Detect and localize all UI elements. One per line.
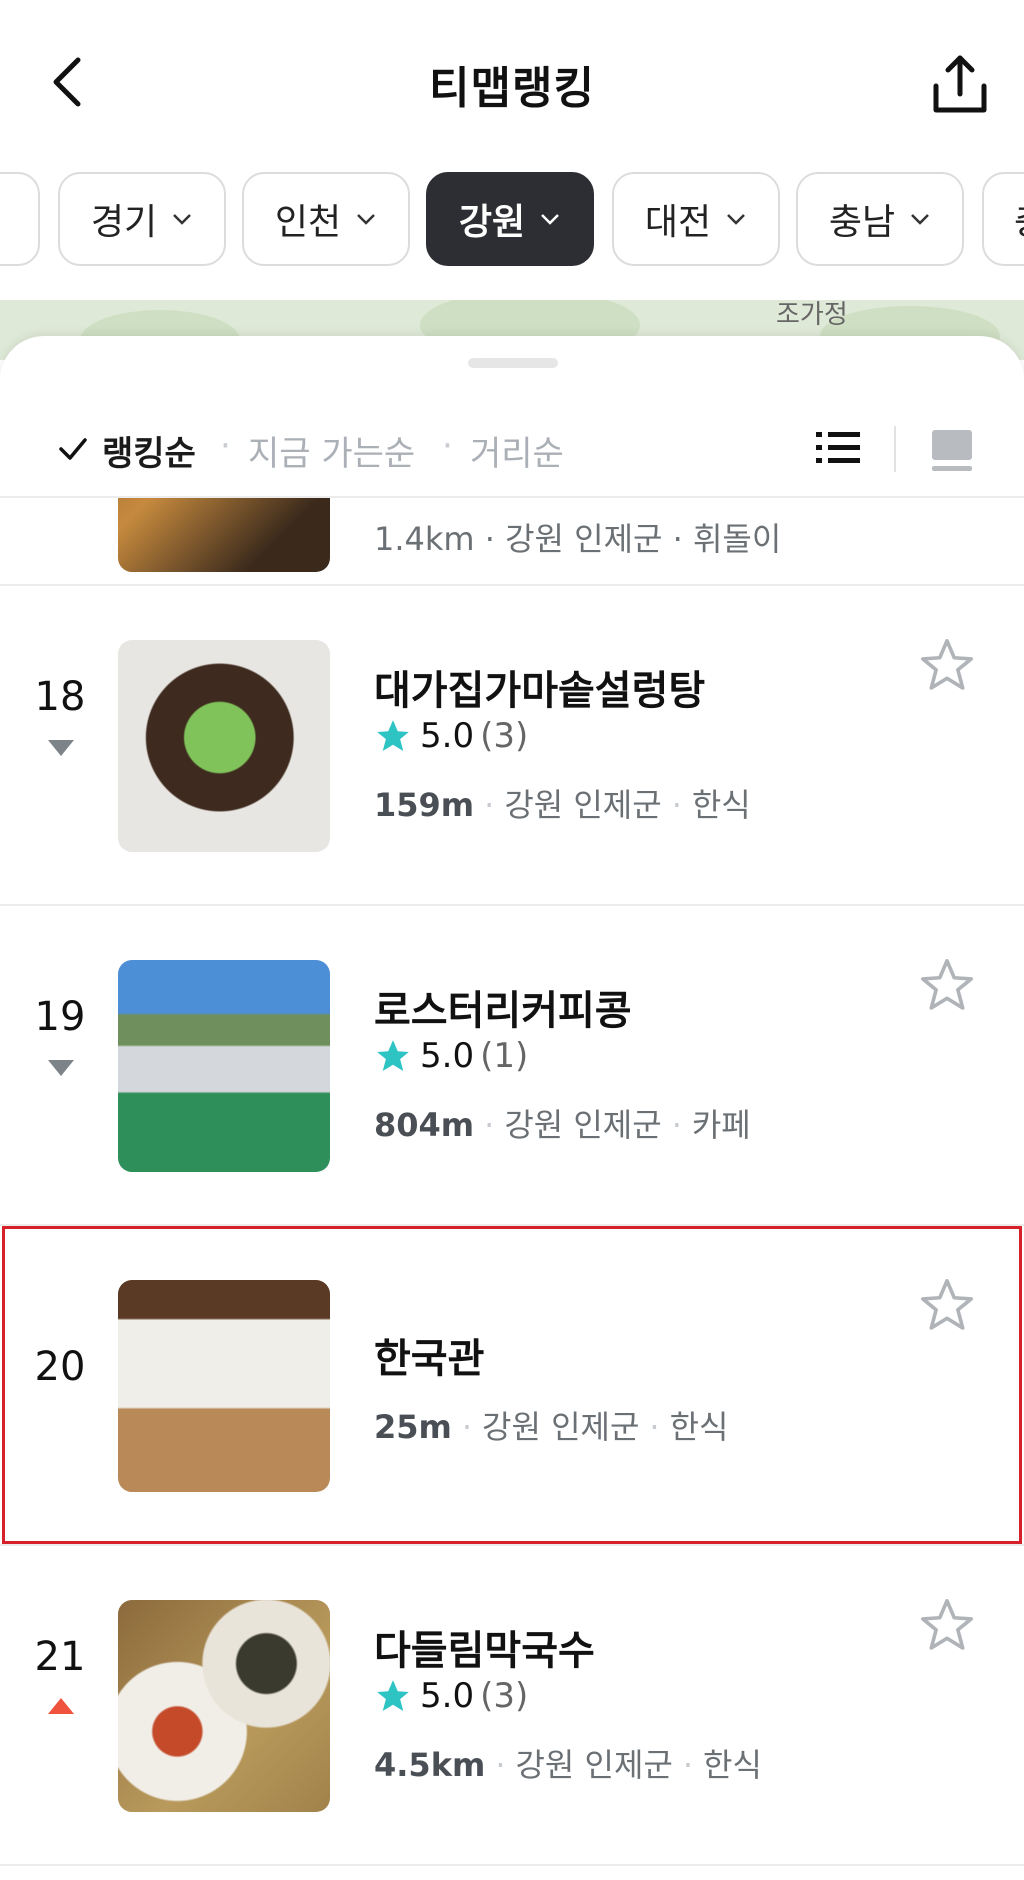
separator-dot: · [495,1746,506,1784]
place-meta: 1.4km · 강원 인제군 · 휘돌이 [374,520,782,558]
chevron-down-icon [357,214,376,225]
region-chip-next[interactable]: 충 [982,172,1024,266]
region-chip-label: 충 [1014,193,1024,245]
list-item[interactable]: 19 로스터리커피콩 5.0 (1) 804m · 강원 인제군 · 카페 [0,906,1024,1226]
separator-dot: · [484,1106,495,1144]
separator-dot: · [671,1106,682,1144]
separator-dot: · [484,786,495,824]
card-view-icon[interactable] [928,426,976,474]
separator-dot: · [649,1408,660,1446]
list-item[interactable]: 20 한국관 25m · 강원 인제군 · 한식 [0,1226,1024,1546]
star-outline-icon[interactable] [918,956,976,1014]
separator-dot: · [461,1408,473,1446]
ranking-sheet: 랭킹순 · 지금 가는순 · 거리순 1.4km · 강원 인제군 · 휘돌이 … [0,336,1024,1880]
place-photo [118,1600,330,1812]
place-rating: 5.0 (3) [374,716,528,756]
chevron-down-icon [173,214,192,225]
place-rating: 5.0 (3) [374,1676,528,1716]
region-chip-label: 충남 [828,202,896,243]
place-category: 한식 [691,786,751,824]
region-chip-daejeon[interactable]: 대전 [612,172,780,266]
place-meta: 804m · 강원 인제군 · 카페 [374,1100,751,1146]
place-name: 다들림막국수 [374,1628,595,1674]
sort-option-ranking[interactable]: 랭킹순 [102,426,196,475]
place-rating: 5.0 (1) [374,1036,528,1076]
list-item[interactable]: 18 대가집가마솥설렁탕 5.0 (3) 159m · 강원 인제군 · 한식 [0,586,1024,906]
header: 티맵랭킹 [0,0,1024,170]
separator-dot: · [671,786,682,824]
check-icon [59,438,87,460]
chevron-down-icon [541,214,560,225]
place-category: 카페 [691,1106,751,1144]
rank-number: 18 [34,674,86,720]
star-outline-icon[interactable] [918,1596,976,1654]
rating-value: 5.0 [420,1676,475,1716]
separator-dot: · [442,426,453,466]
place-region: 강원 인제군 [504,786,662,824]
region-chip-incheon[interactable]: 인천 [242,172,410,266]
page-title: 티맵랭킹 [429,63,595,114]
rank-up-icon [48,1698,74,1714]
region-chip-gyeonggi[interactable]: 경기 [58,172,226,266]
separator-dot: · [220,426,231,466]
review-count: (3) [480,716,529,756]
place-photo [118,496,330,572]
place-photo [118,1280,330,1492]
place-name: 대가집가마솥설렁탕 [374,668,706,714]
place-distance: 25m [374,1408,452,1446]
share-icon[interactable] [928,50,992,120]
list-item[interactable]: 21 다들림막국수 5.0 (3) 4.5km · 강원 인제군 · 한식 [0,1546,1024,1866]
region-chip-label: 대전 [644,202,712,243]
region-chip-label: 인천 [274,202,342,243]
place-category: 한식 [703,1746,762,1784]
rank-number: 21 [34,1634,86,1680]
region-chip-label: 강원 [458,202,526,243]
star-icon [377,1680,409,1712]
divider [894,426,896,472]
list-item[interactable]: 1.4km · 강원 인제군 · 휘돌이 [0,496,1024,586]
rating-value: 5.0 [420,1036,475,1076]
place-name: 한국관 [374,1336,485,1382]
region-chip-label: 경기 [90,202,158,243]
region-chip-prev[interactable] [0,172,40,266]
rank-down-icon [48,1060,74,1076]
separator-dot: · [682,1746,694,1784]
place-region: 강원 인제군 [504,1106,662,1144]
place-distance: 159m [374,786,475,824]
place-meta: 159m · 강원 인제군 · 한식 [374,780,751,826]
star-icon [377,720,409,752]
sheet-handle[interactable] [468,358,558,368]
rank-number: 19 [34,994,86,1040]
star-outline-icon[interactable] [918,1276,976,1334]
region-chip-gangwon[interactable]: 강원 [426,172,594,266]
rating-value: 5.0 [420,716,475,756]
chevron-down-icon [727,214,746,225]
place-photo [118,640,330,852]
place-distance: 804m [374,1106,475,1144]
region-chip-chungnam[interactable]: 충남 [796,172,964,266]
map-place-label: 조가정 [776,300,848,330]
region-filter-bar: 경기 인천 강원 대전 충남 충 [0,170,1024,270]
place-name: 로스터리커피콩 [374,988,632,1034]
review-count: (3) [480,1676,529,1716]
place-photo [118,960,330,1172]
place-meta: 4.5km · 강원 인제군 · 한식 [374,1740,762,1786]
rank-number: 20 [34,1344,86,1390]
place-category: 한식 [669,1408,729,1446]
place-meta: 25m · 강원 인제군 · 한식 [374,1402,728,1448]
place-region: 강원 인제군 [515,1746,673,1784]
review-count: (1) [480,1036,529,1076]
chevron-down-icon [911,214,930,225]
sort-option-open-now[interactable]: 지금 가는순 [248,426,415,475]
place-distance: 4.5km [374,1746,486,1784]
sort-option-distance[interactable]: 거리순 [470,426,564,475]
rank-down-icon [48,740,74,756]
list-view-icon[interactable] [814,426,862,470]
sort-bar: 랭킹순 · 지금 가는순 · 거리순 [0,396,1024,498]
star-icon [377,1040,409,1072]
ranking-list: 1.4km · 강원 인제군 · 휘돌이 18 대가집가마솥설렁탕 5.0 (3… [0,496,1024,1880]
star-outline-icon[interactable] [918,636,976,694]
place-region: 강원 인제군 [482,1408,640,1446]
